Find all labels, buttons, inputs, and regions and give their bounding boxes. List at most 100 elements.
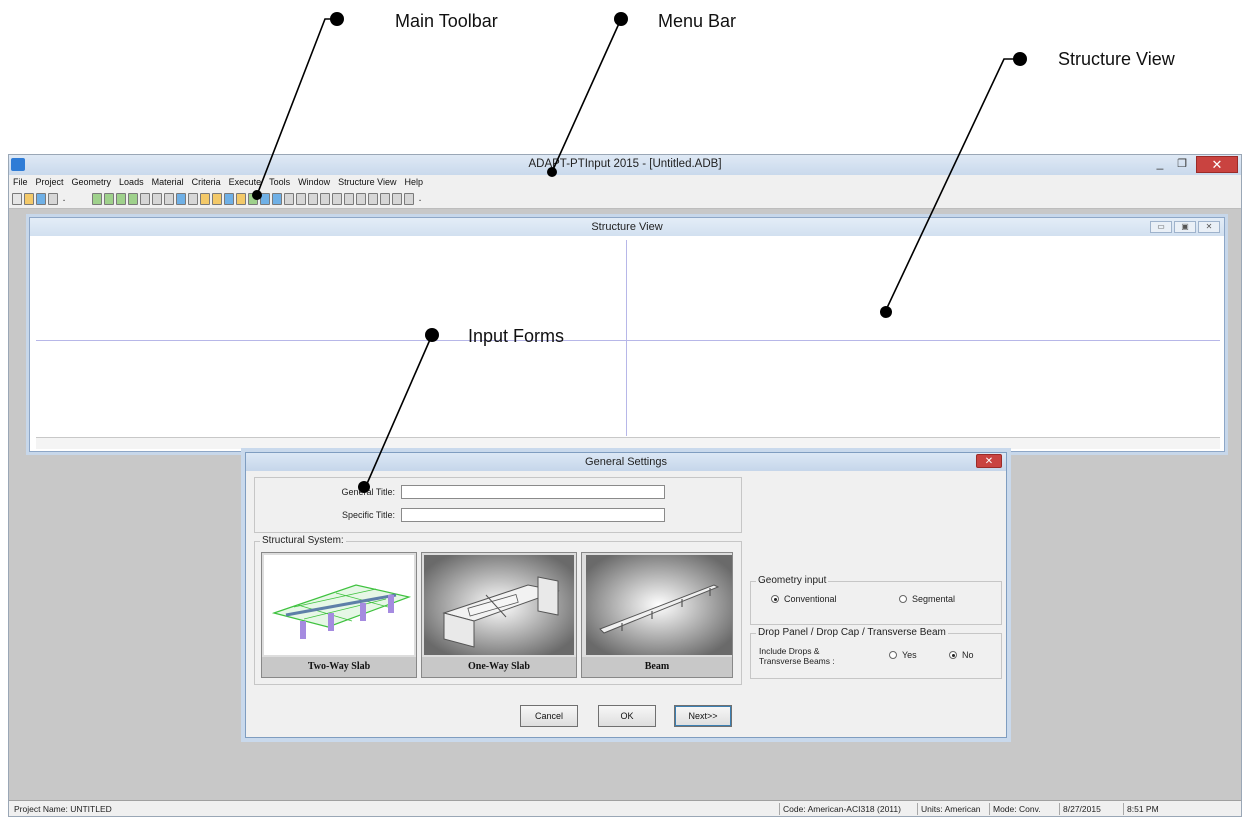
- menu-execute[interactable]: Execute: [225, 175, 266, 189]
- menu-file[interactable]: File: [9, 175, 32, 189]
- next-button[interactable]: Next>>: [674, 705, 732, 727]
- status-code: Code: American-ACI318 (2011): [779, 803, 901, 815]
- menu-tools[interactable]: Tools: [265, 175, 294, 189]
- beam-caption: Beam: [582, 657, 732, 677]
- zoom-previous-icon[interactable]: [380, 192, 390, 205]
- radio-yes-dot: [889, 651, 897, 659]
- radio-yes[interactable]: Yes: [889, 650, 917, 660]
- dialog-title: General Settings: [585, 456, 667, 468]
- show-loads-icon[interactable]: [284, 192, 294, 205]
- grid-icon[interactable]: [48, 192, 58, 205]
- toolbar-overflow-icon-2[interactable]: .: [415, 192, 425, 205]
- show-dims-icon[interactable]: [296, 192, 306, 205]
- structure-view-window: Structure View ▭ ▣ ✕: [29, 217, 1225, 452]
- menu-bar: File Project Geometry Loads Material Cri…: [9, 175, 1241, 189]
- new-file-icon[interactable]: [12, 192, 22, 205]
- camera-icon[interactable]: [392, 192, 402, 205]
- save-icon[interactable]: [36, 192, 46, 205]
- minimize-icon[interactable]: _: [1149, 157, 1171, 172]
- status-date: 8/27/2015: [1059, 803, 1101, 815]
- pan-icon[interactable]: [308, 192, 318, 205]
- beam-tile[interactable]: Beam: [581, 552, 733, 678]
- zoom-in-icon[interactable]: [332, 192, 342, 205]
- support-left-icon[interactable]: [140, 192, 150, 205]
- show-supports-icon[interactable]: [272, 192, 282, 205]
- sv-close-icon[interactable]: ✕: [1198, 221, 1220, 233]
- support-both-icon[interactable]: [164, 192, 174, 205]
- menu-loads[interactable]: Loads: [115, 175, 148, 189]
- support-right-icon[interactable]: [152, 192, 162, 205]
- status-project-name: Project Name: UNTITLED: [14, 804, 112, 814]
- data-view-icon[interactable]: [176, 192, 186, 205]
- structure-view-title: Structure View: [591, 221, 663, 233]
- general-title-label: General Title:: [341, 487, 395, 497]
- show-tendons-icon[interactable]: [260, 192, 270, 205]
- generate-beam-icon[interactable]: [104, 192, 114, 205]
- toolbar-overflow-icon[interactable]: .: [59, 192, 69, 205]
- cancel-button[interactable]: Cancel: [520, 705, 578, 727]
- menu-criteria[interactable]: Criteria: [188, 175, 225, 189]
- axis-horizontal: [36, 340, 1220, 341]
- drop-panel-label: Drop Panel / Drop Cap / Transverse Beam: [756, 627, 948, 638]
- specific-title-input[interactable]: [401, 508, 665, 522]
- axis-vertical: [626, 240, 627, 436]
- structure-view-canvas[interactable]: [36, 240, 1220, 436]
- dialog-titlebar[interactable]: General Settings ✕: [246, 453, 1006, 471]
- radio-conventional[interactable]: Conventional: [771, 594, 837, 604]
- generate-slab-icon[interactable]: [116, 192, 126, 205]
- two-way-slab-tile[interactable]: Two-Way Slab: [261, 552, 417, 678]
- ok-button[interactable]: OK: [598, 705, 656, 727]
- criteria-icon[interactable]: [236, 192, 246, 205]
- generate-column-icon[interactable]: [92, 192, 102, 205]
- general-settings-dialog: General Settings ✕ General Title: Specif…: [245, 452, 1007, 738]
- status-bar: Project Name: UNTITLED Code: American-AC…: [9, 800, 1241, 816]
- callout-dot-structure-view: [1013, 52, 1027, 66]
- structure-view-titlebar[interactable]: Structure View ▭ ▣ ✕: [30, 218, 1224, 236]
- sv-minimize-icon[interactable]: ▭: [1150, 221, 1172, 233]
- zoom-out-icon[interactable]: [344, 192, 354, 205]
- one-way-slab-tile[interactable]: One-Way Slab: [421, 552, 577, 678]
- window-titlebar[interactable]: ADAPT-PTInput 2015 - [Untitled.ADB] _ ❐ …: [9, 155, 1241, 175]
- drop-panel-group: Drop Panel / Drop Cap / Transverse Beam …: [750, 627, 1002, 679]
- menu-material[interactable]: Material: [148, 175, 188, 189]
- menu-project[interactable]: Project: [32, 175, 68, 189]
- radio-segmental[interactable]: Segmental: [899, 594, 955, 604]
- tendon-icon[interactable]: [212, 192, 222, 205]
- screenshot-root: Main Toolbar Menu Bar Structure View Inp…: [0, 0, 1244, 817]
- maximize-icon[interactable]: ❐: [1171, 157, 1193, 172]
- radio-segmental-dot: [899, 595, 907, 603]
- one-way-slab-image: [424, 555, 574, 655]
- zoom-extent-icon[interactable]: [356, 192, 366, 205]
- material-icon[interactable]: [224, 192, 234, 205]
- loads-icon[interactable]: [200, 192, 210, 205]
- main-toolbar: . .: [9, 189, 1241, 209]
- status-mode: Mode: Conv.: [989, 803, 1041, 815]
- menu-structure-view[interactable]: Structure View: [334, 175, 400, 189]
- menu-geometry[interactable]: Geometry: [68, 175, 116, 189]
- radio-no-dot: [949, 651, 957, 659]
- one-way-slab-caption: One-Way Slab: [422, 657, 576, 677]
- wizard-icon[interactable]: [248, 192, 258, 205]
- menu-window[interactable]: Window: [294, 175, 334, 189]
- include-drops-label: Include Drops & Transverse Beams :: [759, 646, 835, 666]
- menu-help[interactable]: Help: [401, 175, 428, 189]
- generate-wall-icon[interactable]: [128, 192, 138, 205]
- two-way-slab-image: [264, 555, 414, 655]
- callout-structure-view: Structure View: [1058, 49, 1175, 69]
- close-icon[interactable]: ✕: [1196, 156, 1238, 173]
- zoom-window-icon[interactable]: [368, 192, 378, 205]
- dialog-close-icon[interactable]: ✕: [976, 454, 1002, 468]
- general-title-input[interactable]: [401, 485, 665, 499]
- rotate-icon[interactable]: [320, 192, 330, 205]
- find-icon[interactable]: [188, 192, 198, 205]
- sv-maximize-icon[interactable]: ▣: [1174, 221, 1196, 233]
- structure-view-scrollbar[interactable]: [36, 437, 1220, 449]
- print-icon[interactable]: [404, 192, 414, 205]
- callout-menu-bar: Menu Bar: [658, 11, 737, 31]
- status-units: Units: American: [917, 803, 981, 815]
- callout-dot-input-forms: [425, 328, 439, 342]
- open-folder-icon[interactable]: [24, 192, 34, 205]
- specific-title-label: Specific Title:: [341, 510, 395, 520]
- radio-no[interactable]: No: [949, 650, 974, 660]
- callout-input-forms: Input Forms: [468, 326, 565, 346]
